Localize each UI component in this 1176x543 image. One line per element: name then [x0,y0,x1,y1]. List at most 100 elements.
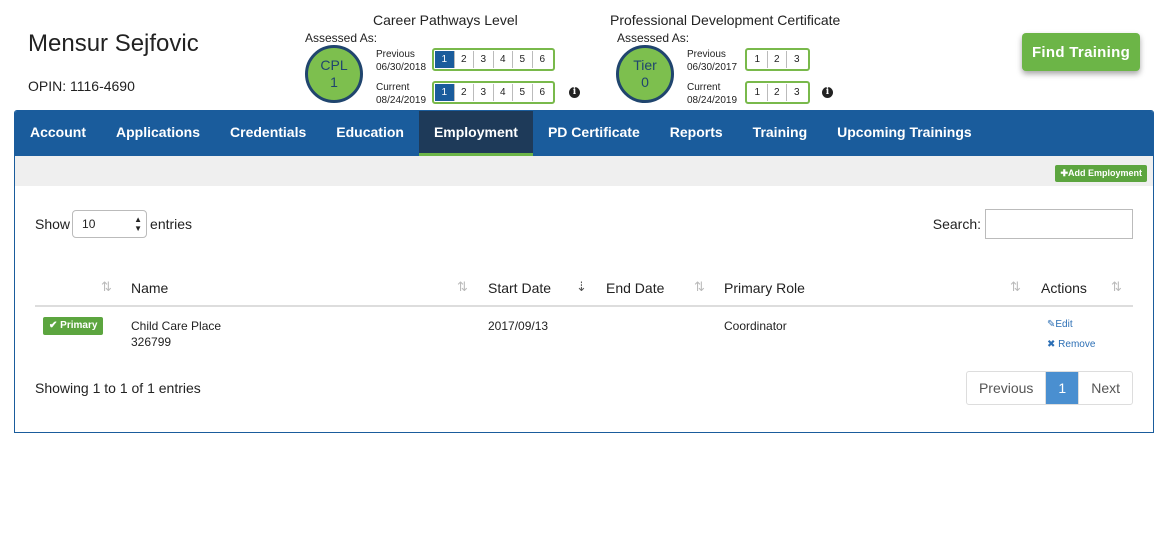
col-end-date[interactable]: End Date [606,280,664,296]
tab-training[interactable]: Training [738,111,822,156]
entries-control: Show 10 ▲ ▼ entries [35,210,192,238]
remove-label: Remove [1058,339,1096,350]
search-input[interactable] [985,209,1133,239]
col-actions[interactable]: Actions [1041,280,1087,296]
entries-label: entries [150,216,193,232]
add-employment-button[interactable]: ✚Add Employment [1055,165,1147,182]
level-box: 5 [513,84,533,101]
primary-role-cell: Coordinator [724,319,787,333]
pdc-previous: Previous 06/30/2017 [687,48,737,74]
tab-pd-certificate[interactable]: PD Certificate [533,111,655,156]
tab-reports[interactable]: Reports [655,111,738,156]
entries-select-value: 10 [82,217,96,231]
tab-account[interactable]: Account [15,111,101,156]
level-box: 1 [748,84,768,101]
col-primary-role[interactable]: Primary Role [724,280,805,296]
level-box: 5 [513,51,533,68]
employment-panel: Account Applications Credentials Educati… [14,110,1154,433]
level-box: 3 [793,54,800,65]
opin-number: OPIN: 1116-4690 [28,78,135,94]
level-box: 6 [539,54,546,65]
cpl-current: Current 08/24/2019 [376,81,426,107]
entries-select[interactable]: 10 ▲ ▼ [72,210,148,238]
find-training-button[interactable]: Find Training [1022,33,1140,71]
pdc-current-date: 08/24/2019 [687,95,738,106]
level-box: 4 [494,51,513,68]
primary-badge: ✔ Primary [43,317,104,335]
sort-icon[interactable]: ⇅ [457,279,468,295]
primary-badge-label: Primary [60,320,98,331]
user-name: Mensur Sejfovic [28,30,199,57]
edit-label: Edit [1055,319,1073,330]
next-page-button[interactable]: Next [1079,372,1132,404]
previous-page-button[interactable]: Previous [967,372,1047,404]
level-box: 4 [494,84,513,101]
sort-desc-icon[interactable]: ⇣ [576,279,587,295]
add-employment-label: Add Employment [1067,168,1142,178]
career-pathways-title: Career Pathways Level [373,12,518,28]
col-name[interactable]: Name [131,280,168,296]
pdc-previous-label: Previous [687,49,726,60]
pdc-badge-label: Tier [633,57,657,73]
cpl-previous-levels: 1 2 3 4 5 6 [432,48,555,71]
employer-name: Child Care Place [131,319,222,333]
remove-link[interactable]: ✖ Remove [1047,339,1095,350]
cpl-badge: CPL 1 [305,45,363,103]
cpl-current-date: 08/24/2019 [376,95,427,106]
level-box: 2 [768,51,787,68]
cpl-previous: Previous 06/30/2018 [376,48,426,74]
search-label: Search: [932,216,981,232]
cpl-current-levels: 1 2 3 4 5 6 [432,81,555,104]
pdc-current: Current 08/24/2019 [687,81,737,107]
level-box: 2 [455,84,474,101]
updown-arrows-icon: ▲ ▼ [134,215,143,233]
sort-icon[interactable]: ⇅ [101,279,112,295]
level-box: 1 [435,51,455,68]
pdc-badge-value: 0 [641,74,649,90]
sort-icon[interactable]: ⇅ [1010,279,1021,295]
pdc-previous-date: 06/30/2017 [687,62,738,73]
level-box: 2 [455,51,474,68]
cpl-previous-date: 06/30/2018 [376,62,427,73]
page-1-button[interactable]: 1 [1046,372,1080,404]
pdc-current-label: Current [687,82,721,93]
level-box: 2 [768,84,787,101]
col-start-date[interactable]: Start Date [488,280,551,296]
pdc-previous-levels: 1 2 3 [745,48,810,71]
pagination: Previous 1 Next [965,371,1133,405]
show-label: Show [35,216,71,232]
cpl-assessed-label: Assessed As: [305,31,378,45]
check-circle-icon: ✔ [49,320,61,331]
table-header: ⇅ Name ⇅ Start Date ⇣ End Date ⇅ Primary… [35,276,1133,307]
toolbar: ✚Add Employment [15,156,1153,186]
tab-applications[interactable]: Applications [101,111,215,156]
pdc-current-levels: 1 2 3 [745,81,810,104]
level-box: 3 [474,84,494,101]
plus-icon: ✚ [1060,168,1068,178]
search-control: Search: [933,209,1133,239]
cpl-badge-value: 1 [330,74,338,90]
employer-id: 326799 [131,335,172,349]
start-date-cell: 2017/09/13 [488,319,549,333]
level-box: 1 [435,84,455,101]
table-row: ✔ Primary Child Care Place 326799 2017/0… [35,309,1133,359]
close-icon: ✖ [1047,339,1059,350]
tab-upcoming-trainings[interactable]: Upcoming Trainings [822,111,987,156]
sort-icon[interactable]: ⇅ [694,279,705,295]
cpl-previous-label: Previous [376,49,415,60]
main-nav: Account Applications Credentials Educati… [15,111,1153,156]
level-box: 3 [793,87,800,98]
cpl-badge-label: CPL [320,57,348,73]
employer-cell: Child Care Place 326799 [131,318,221,350]
tab-credentials[interactable]: Credentials [215,111,321,156]
pdc-info-icon[interactable]: i [822,87,833,98]
tab-education[interactable]: Education [321,111,419,156]
cpl-info-icon[interactable]: i [569,87,580,98]
pd-certificate-title: Professional Development Certificate [610,12,841,28]
table-info: Showing 1 to 1 of 1 entries [35,380,201,396]
edit-link[interactable]: ✎Edit [1047,319,1073,330]
tab-employment[interactable]: Employment [418,111,533,156]
cpl-current-label: Current [376,82,410,93]
level-box: 6 [539,87,546,98]
sort-icon[interactable]: ⇅ [1111,279,1122,295]
